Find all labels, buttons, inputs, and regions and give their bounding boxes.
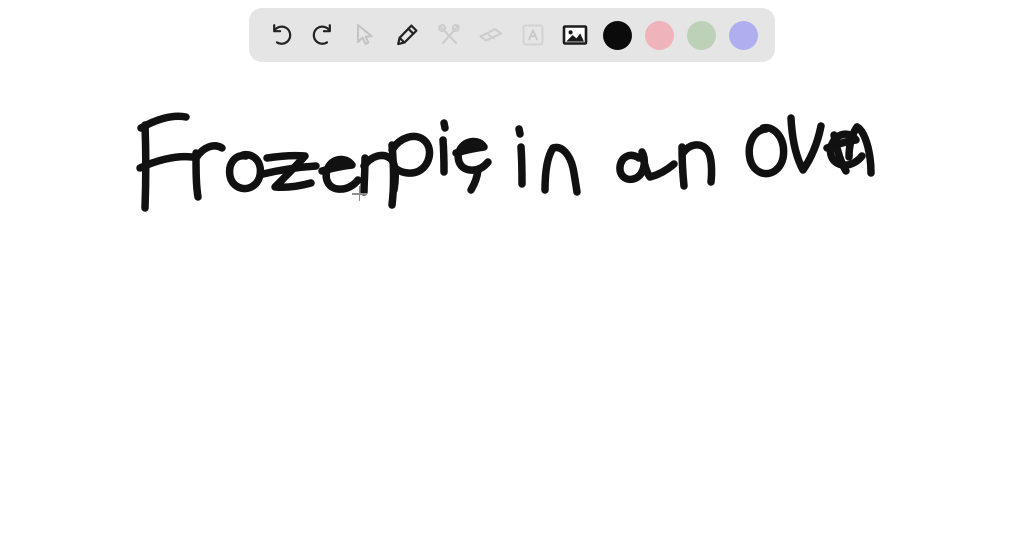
- color-swatch-pink-dot: [644, 20, 674, 50]
- color-swatch-purple-dot: [728, 20, 758, 50]
- redo-button[interactable]: [305, 16, 341, 54]
- select-button[interactable]: [347, 16, 383, 54]
- crosshair-vertical: [358, 186, 361, 201]
- crosshair-horizontal: [352, 193, 367, 195]
- pencil-icon: [397, 24, 418, 46]
- eraser-button[interactable]: [473, 16, 509, 54]
- crosshair-cursor: [352, 186, 367, 201]
- handwriting-ink: [136, 112, 875, 212]
- undo-icon: [273, 24, 292, 45]
- cursor-icon: [357, 24, 373, 45]
- color-swatch-black[interactable]: [599, 16, 635, 54]
- redo-icon: [312, 24, 331, 45]
- color-swatch-green-dot: [686, 20, 716, 50]
- color-swatch-black-dot: [602, 20, 632, 50]
- color-swatch-purple[interactable]: [725, 16, 761, 54]
- image-button[interactable]: [557, 16, 593, 54]
- tools-icon: [438, 23, 460, 45]
- color-swatch-pink[interactable]: [641, 16, 677, 54]
- pen-button[interactable]: [389, 16, 425, 54]
- tools-button[interactable]: [431, 16, 467, 54]
- eraser-icon: [479, 28, 503, 42]
- image-icon: [562, 25, 588, 45]
- undo-button[interactable]: [263, 16, 299, 54]
- color-swatch-green[interactable]: [683, 16, 719, 54]
- drawing-toolbar: [249, 8, 775, 62]
- drawing-canvas[interactable]: [0, 0, 1024, 548]
- text-button[interactable]: [515, 16, 551, 54]
- text-box-icon: [522, 24, 544, 46]
